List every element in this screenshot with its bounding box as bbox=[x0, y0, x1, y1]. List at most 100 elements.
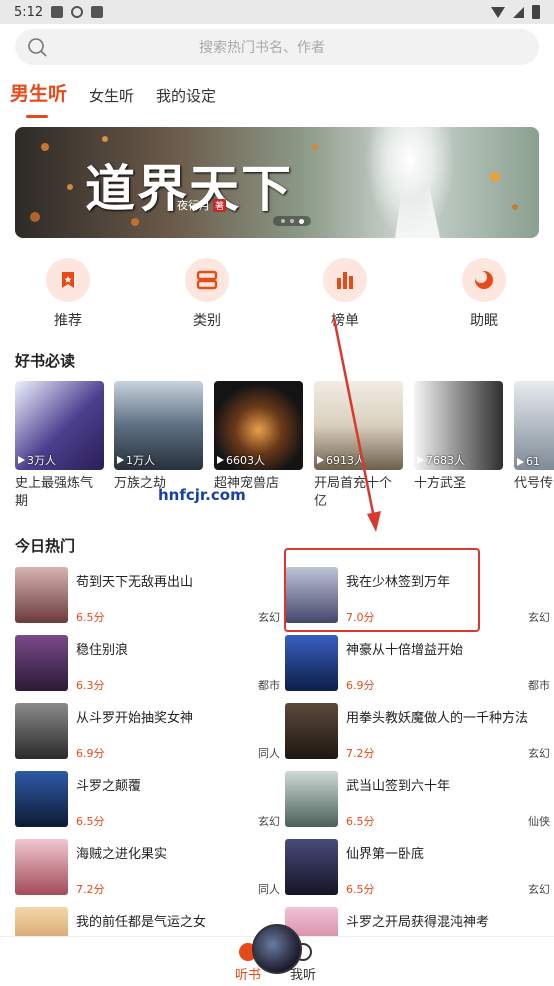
book-thumb bbox=[15, 907, 68, 937]
tab-bar: 男生听 女生听 我的设定 bbox=[10, 76, 238, 118]
list-item[interactable]: 武当山签到六十年 6.5分 仙侠 bbox=[285, 771, 550, 831]
section-title-hot: 今日热门 bbox=[15, 537, 76, 555]
item-genre: 玄幻 bbox=[528, 611, 550, 624]
list-item[interactable]: 用拳头教妖魔做人的一千种方法 7.2分 玄幻 bbox=[285, 703, 550, 763]
category-label: 类别 bbox=[193, 313, 221, 329]
play-icon bbox=[317, 456, 324, 464]
book-name: 史上最强炼气期 bbox=[15, 476, 94, 509]
item-score: 6.5分 bbox=[346, 815, 375, 828]
listen-count: 3万人 bbox=[18, 452, 56, 468]
book-name: 代号传 bbox=[514, 476, 554, 491]
carousel-dot bbox=[280, 219, 285, 223]
play-icon bbox=[217, 456, 224, 464]
wifi-icon bbox=[491, 6, 505, 18]
book-thumb bbox=[15, 703, 68, 759]
category-shortcuts: 推荐 类别 榜单 助眠 bbox=[0, 258, 554, 330]
play-icon bbox=[18, 456, 25, 464]
item-genre: 同人 bbox=[258, 747, 280, 760]
banner-author-tag: 著 bbox=[213, 198, 227, 212]
listen-count: 6913人 bbox=[317, 452, 365, 468]
item-title: 用拳头教妖魔做人的一千种方法 bbox=[346, 711, 529, 726]
listen-count: 7683人 bbox=[417, 452, 465, 468]
search-bar[interactable]: 搜索热门书名、作者 bbox=[15, 29, 539, 65]
watermark-text: hnfcjr.com bbox=[158, 486, 246, 504]
item-title: 稳住别浪 bbox=[76, 643, 129, 658]
book-cover: 6603人 bbox=[214, 381, 303, 470]
book-card[interactable]: 61 代号传 bbox=[514, 381, 554, 493]
highlight-box bbox=[284, 548, 480, 632]
item-title: 从斗罗开始抽奖女神 bbox=[76, 711, 194, 726]
book-name: 开局首充十个亿 bbox=[314, 476, 393, 509]
grid-icon bbox=[185, 258, 229, 302]
carousel-dot-active bbox=[298, 218, 304, 224]
notification-icon-3 bbox=[91, 6, 104, 18]
item-title: 我的前任都是气运之女 bbox=[76, 915, 207, 930]
item-score: 6.3分 bbox=[76, 679, 105, 692]
mini-player-disc[interactable] bbox=[252, 924, 302, 974]
book-name: 十方武圣 bbox=[414, 476, 467, 491]
item-genre: 都市 bbox=[528, 679, 550, 692]
bar-chart-icon bbox=[323, 258, 367, 302]
book-card[interactable]: 6603人 超神宠兽店 bbox=[214, 381, 303, 493]
book-thumb bbox=[285, 839, 338, 895]
book-thumb bbox=[285, 771, 338, 827]
status-time: 5:12 bbox=[14, 4, 44, 20]
book-cover: 6913人 bbox=[314, 381, 403, 470]
category-recommend[interactable]: 推荐 bbox=[33, 258, 103, 330]
item-genre: 玄幻 bbox=[258, 815, 280, 828]
book-card[interactable]: 1万人 万族之劫 bbox=[114, 381, 203, 493]
status-bar: 5:12 bbox=[0, 0, 554, 24]
tab-settings[interactable]: 我的设定 bbox=[156, 85, 216, 112]
book-thumb bbox=[285, 703, 338, 759]
carousel-indicator bbox=[273, 216, 311, 226]
item-title: 神豪从十倍增益开始 bbox=[346, 643, 464, 658]
item-title: 苟到天下无敌再出山 bbox=[76, 575, 194, 590]
nav-label: 听书 bbox=[235, 968, 262, 983]
item-title: 斗罗之开局获得混沌神考 bbox=[346, 915, 490, 930]
tab-male[interactable]: 男生听 bbox=[10, 79, 67, 118]
list-item[interactable]: 苟到天下无敌再出山 6.5分 玄幻 bbox=[15, 567, 280, 627]
item-score: 6.9分 bbox=[346, 679, 375, 692]
item-score: 6.9分 bbox=[76, 747, 105, 760]
list-item[interactable]: 海贼之进化果实 7.2分 同人 bbox=[15, 839, 280, 899]
item-genre: 玄幻 bbox=[528, 747, 550, 760]
book-card[interactable]: 6913人 开局首充十个亿 bbox=[314, 381, 403, 511]
item-title: 斗罗之颠覆 bbox=[76, 779, 142, 794]
book-thumb bbox=[15, 567, 68, 623]
category-label: 助眠 bbox=[470, 313, 498, 329]
category-rankings[interactable]: 榜单 bbox=[310, 258, 380, 330]
banner-author: 夜行月 著 bbox=[177, 197, 227, 213]
list-item[interactable]: 斗罗之颠覆 6.5分 玄幻 bbox=[15, 771, 280, 831]
list-item[interactable]: 斗罗之开局获得混沌神考 bbox=[285, 907, 550, 937]
book-cover: 7683人 bbox=[414, 381, 503, 470]
item-genre: 同人 bbox=[258, 883, 280, 896]
play-icon bbox=[417, 456, 424, 464]
item-score: 7.2分 bbox=[76, 883, 105, 896]
category-label: 榜单 bbox=[331, 313, 359, 329]
book-thumb bbox=[15, 839, 68, 895]
item-genre: 仙侠 bbox=[528, 815, 550, 828]
category-types[interactable]: 类别 bbox=[172, 258, 242, 330]
book-thumb bbox=[15, 771, 68, 827]
tab-female[interactable]: 女生听 bbox=[89, 85, 134, 112]
list-item[interactable]: 稳住别浪 6.3分 都市 bbox=[15, 635, 280, 695]
notification-icon-2 bbox=[71, 6, 84, 18]
list-item[interactable]: 神豪从十倍增益开始 6.9分 都市 bbox=[285, 635, 550, 695]
search-placeholder: 搜索热门书名、作者 bbox=[199, 40, 325, 56]
book-card[interactable]: 7683人 十方武圣 bbox=[414, 381, 503, 493]
book-card[interactable]: 3万人 史上最强炼气期 bbox=[15, 381, 104, 511]
listen-count: 1万人 bbox=[117, 452, 155, 468]
list-item[interactable]: 从斗罗开始抽奖女神 6.9分 同人 bbox=[15, 703, 280, 763]
banner-carousel[interactable]: 道界天下 夜行月 著 bbox=[15, 127, 539, 238]
must-read-carousel: 3万人 史上最强炼气期 1万人 万族之劫 6603人 超神宠兽店 6913人 开… bbox=[15, 381, 554, 511]
list-item[interactable]: 我的前任都是气运之女 bbox=[15, 907, 280, 937]
play-icon bbox=[517, 457, 524, 466]
moon-icon bbox=[462, 258, 506, 302]
section-title-must-read: 好书必读 bbox=[15, 352, 76, 370]
list-item[interactable]: 仙界第一卧底 6.5分 玄幻 bbox=[285, 839, 550, 899]
search-icon bbox=[28, 38, 47, 57]
play-icon bbox=[117, 456, 124, 464]
category-label: 推荐 bbox=[54, 313, 82, 329]
book-cover: 1万人 bbox=[114, 381, 203, 470]
category-sleep[interactable]: 助眠 bbox=[449, 258, 519, 330]
